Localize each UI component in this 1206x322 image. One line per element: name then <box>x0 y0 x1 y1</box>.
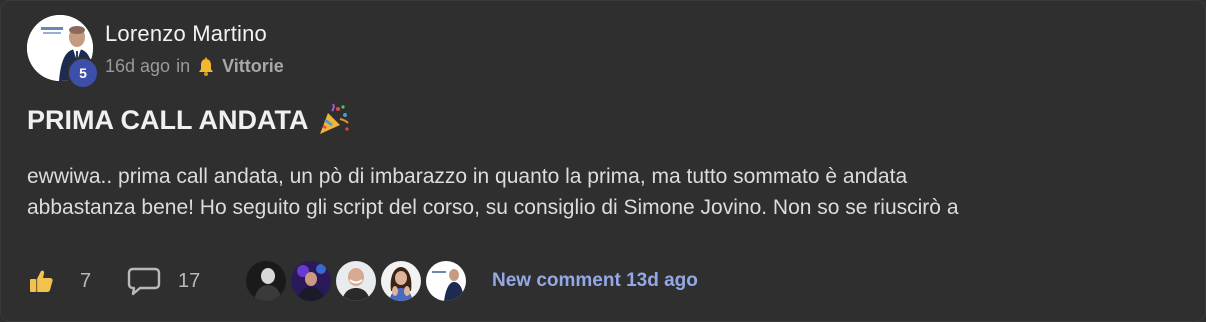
commenter-avatar[interactable] <box>380 260 422 302</box>
comment-button[interactable]: 17 <box>127 266 237 296</box>
commenter-avatars[interactable] <box>245 260 470 302</box>
author-name[interactable]: Lorenzo Martino <box>105 21 267 47</box>
post-body-line: ewwiwa.. prima call andata, un pò di imb… <box>27 165 908 188</box>
thumbs-up-icon <box>27 267 55 295</box>
commenter-avatar[interactable] <box>335 260 377 302</box>
post-meta: 16d ago in Vittorie <box>105 56 284 77</box>
commenter-avatar[interactable] <box>290 260 332 302</box>
post-title-text: PRIMA CALL ANDATA <box>27 104 309 135</box>
comment-icon <box>127 266 161 296</box>
post-footer: 7 17 New comment 13d ago <box>27 259 1177 303</box>
post-time: 16d ago <box>105 56 171 76</box>
commenter-avatar[interactable] <box>245 260 287 302</box>
post-card[interactable]: 5 Lorenzo Martino 16d ago in Vittorie PR… <box>0 0 1206 322</box>
comment-count: 17 <box>178 269 201 292</box>
bell-icon <box>196 57 216 77</box>
like-button[interactable]: 7 <box>27 267 127 295</box>
meta-in-label: in <box>176 56 191 76</box>
post-category-link[interactable]: Vittorie <box>222 56 284 77</box>
new-comment-link[interactable]: New comment 13d ago <box>492 270 698 292</box>
post-body[interactable]: ewwiwa.. prima call andata, un pò di imb… <box>27 161 1177 223</box>
like-count: 7 <box>80 269 92 292</box>
post-title[interactable]: PRIMA CALL ANDATA <box>27 103 350 137</box>
level-badge: 5 <box>67 57 99 89</box>
author-avatar-container[interactable]: 5 <box>27 15 99 89</box>
post-body-line: abbastanza bene! Ho seguito gli script d… <box>27 196 959 219</box>
party-popper-icon <box>316 103 350 137</box>
commenter-avatar[interactable] <box>425 260 467 302</box>
